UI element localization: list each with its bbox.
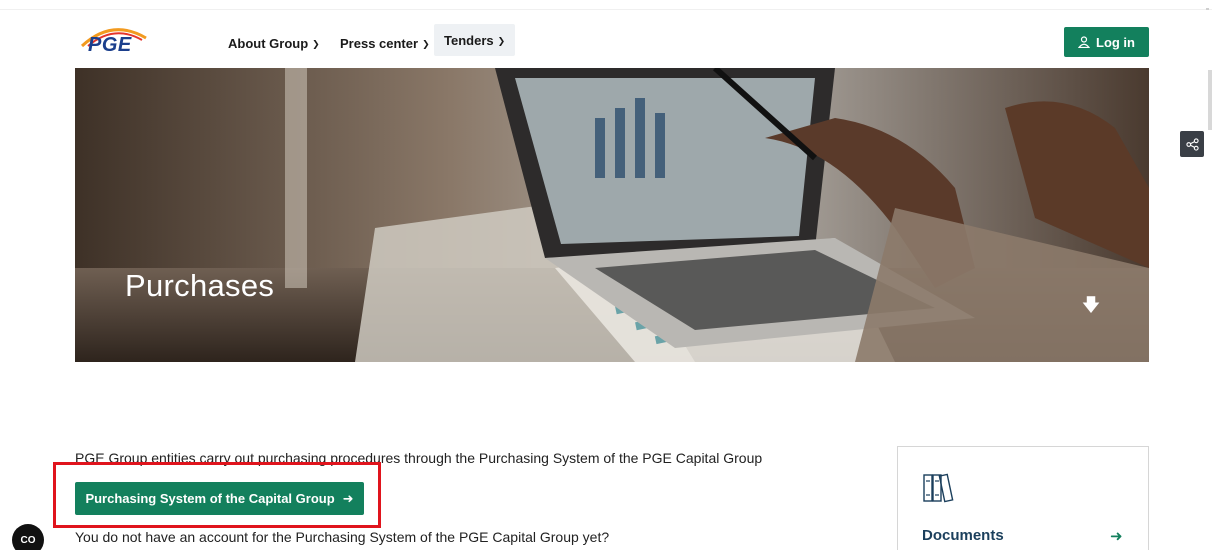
- nav-tenders-label: Tenders: [444, 32, 494, 48]
- nav-press-center[interactable]: Press center ❯: [340, 32, 430, 54]
- documents-card[interactable]: Documents ➜: [897, 446, 1149, 550]
- account-question: You do not have an account for the Purch…: [75, 529, 610, 545]
- pge-logo[interactable]: PGE: [74, 24, 154, 58]
- logo-text: PGE: [88, 34, 132, 56]
- hero-photo: [75, 68, 1149, 362]
- chevron-down-icon: ❯: [422, 38, 430, 49]
- chevron-down-icon: ❯: [497, 35, 506, 46]
- page-title: Purchases: [125, 268, 275, 303]
- nav-about-label: About Group: [228, 35, 309, 51]
- nav-about-group[interactable]: About Group ❯: [228, 32, 320, 54]
- arrow-right-icon: ➜: [1110, 528, 1123, 545]
- cookie-badge-label: CO: [20, 534, 36, 546]
- login-button[interactable]: Log in: [1064, 27, 1149, 57]
- top-strip: [0, 0, 1212, 10]
- chevron-down-icon: ❯: [312, 38, 320, 49]
- documents-label: Documents: [922, 527, 1004, 544]
- scrollbar-thumb[interactable]: [1208, 70, 1212, 130]
- share-icon: [1185, 137, 1199, 151]
- user-icon: [1078, 36, 1090, 48]
- site-header: PGE About Group ❯ Press center ❯ Tenders…: [0, 10, 1212, 68]
- nav-tenders[interactable]: Tenders ❯: [434, 24, 516, 56]
- login-label: Log in: [1096, 34, 1135, 50]
- binders-icon: [923, 473, 954, 503]
- cookie-consent-badge[interactable]: CO: [12, 524, 44, 550]
- nav-press-label: Press center: [340, 35, 419, 51]
- share-button[interactable]: [1180, 131, 1204, 157]
- purchasing-system-button[interactable]: Purchasing System of the Capital Group ➜: [75, 482, 364, 515]
- arrow-right-icon: ➜: [342, 490, 354, 506]
- arrow-down-icon[interactable]: 🡇: [1081, 295, 1101, 320]
- hero-banner: Purchases 🡇: [75, 68, 1149, 362]
- purchasing-button-label: Purchasing System of the Capital Group: [85, 491, 335, 506]
